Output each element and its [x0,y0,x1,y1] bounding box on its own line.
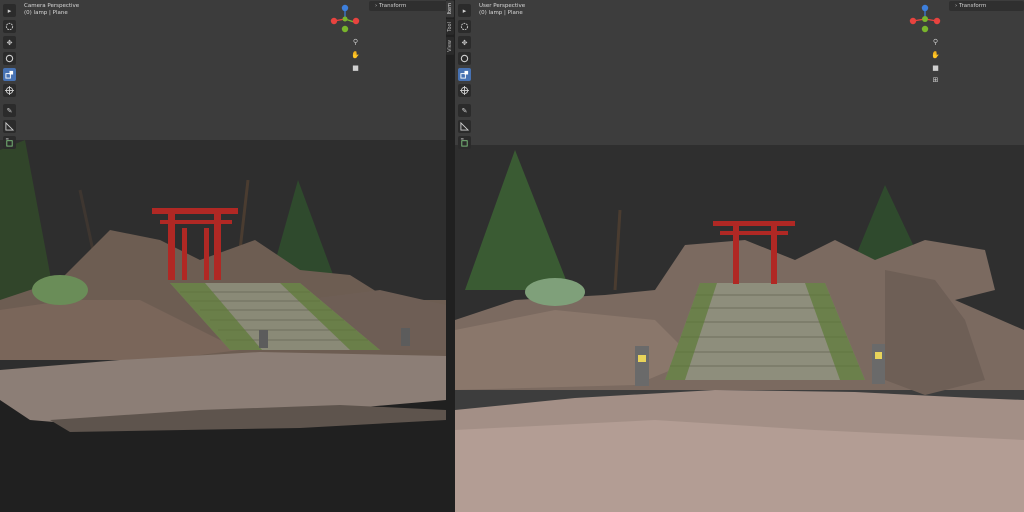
navigation-gizmo[interactable] [908,4,942,34]
tab-item[interactable]: Item [446,0,454,18]
camera-icon[interactable]: ■ [930,62,941,73]
hand-pan-icon[interactable]: ✋ [930,49,941,60]
transform-panel-tab[interactable]: › Transform [949,1,1024,11]
select-box-icon[interactable]: ▸ [458,4,471,17]
transform-label: Transform [958,3,987,9]
move-icon[interactable]: ✥ [458,36,471,49]
transform-panel-tab[interactable]: › Transform [369,1,446,11]
transform-label: Transform [378,3,407,9]
rotate-icon[interactable] [3,52,16,65]
view-name: Camera Perspective [24,3,80,9]
annotate-icon[interactable]: ✎ [3,104,16,117]
cursor-icon[interactable] [458,20,471,33]
object-info: (0) lamp | Plane [479,10,523,16]
select-box-icon[interactable]: ▸ [3,4,16,17]
transform-icon[interactable] [3,84,16,97]
object-info: (0) lamp | Plane [24,10,68,16]
measure-icon[interactable] [3,120,16,133]
rotate-icon[interactable] [458,52,471,65]
zoom-icon[interactable]: ⚲ [350,36,361,47]
scale-icon[interactable] [3,68,16,81]
tab-tool[interactable]: Tool [446,19,454,36]
zoom-icon[interactable]: ⚲ [930,36,941,47]
add-cube-icon[interactable] [3,136,16,149]
viewport-divider[interactable] [446,0,455,512]
grid-perspective-icon[interactable]: ⊞ [930,74,941,85]
view-name: User Perspective [479,3,526,9]
cursor-icon[interactable] [3,20,16,33]
hand-pan-icon[interactable]: ✋ [350,49,361,60]
chevron-right-icon: › [375,3,378,9]
sidebar-tabs: Item Tool View [446,0,455,57]
left-toolbar: ▸ ✥ ✎ [3,4,16,152]
navigation-gizmo[interactable] [329,4,363,34]
left-scene-render [0,0,446,512]
add-cube-icon[interactable] [458,136,471,149]
scale-icon[interactable] [458,68,471,81]
right-toolbar: ▸ ✥ ✎ [458,4,471,152]
annotate-icon[interactable]: ✎ [458,104,471,117]
tab-view[interactable]: View [446,37,454,55]
right-3d-viewport[interactable]: User Perspective (0) lamp | Plane ▸ ✥ ✎ [455,0,1024,512]
camera-icon[interactable]: ■ [350,62,361,73]
transform-icon[interactable] [458,84,471,97]
right-viewport-header: User Perspective (0) lamp | Plane [479,3,525,17]
left-viewport-header: Camera Perspective (0) lamp | Plane [24,3,79,17]
left-3d-viewport[interactable]: Camera Perspective (0) lamp | Plane ▸ ✥ … [0,0,446,512]
chevron-right-icon: › [955,3,958,9]
measure-icon[interactable] [458,120,471,133]
move-icon[interactable]: ✥ [3,36,16,49]
